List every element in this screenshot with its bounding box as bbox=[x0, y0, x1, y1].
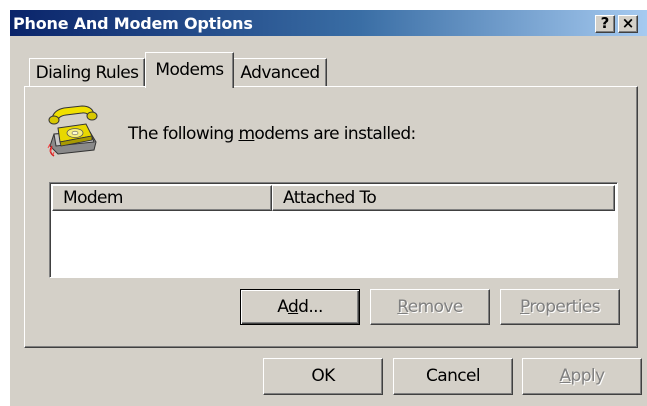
screen-background-left bbox=[0, 0, 10, 406]
help-button[interactable]: ? bbox=[595, 15, 615, 33]
close-icon: × bbox=[621, 14, 635, 32]
button-accelerator: R bbox=[397, 297, 408, 317]
close-button[interactable]: × bbox=[618, 15, 638, 33]
tab-dialing-rules[interactable]: Dialing Rules bbox=[29, 58, 145, 86]
button-accelerator: P bbox=[520, 297, 530, 317]
button-label: A bbox=[277, 297, 288, 317]
tab-label: Dialing Rules bbox=[35, 63, 139, 83]
button-label: roperties bbox=[529, 297, 600, 317]
phone-modem-options-dialog: Phone And Modem Options ? × Dialing Rule… bbox=[0, 0, 647, 406]
installed-modems-label: The following modems are installed: bbox=[128, 124, 416, 144]
telephone-icon bbox=[47, 105, 98, 157]
column-label: Modem bbox=[63, 188, 123, 208]
title-bar[interactable]: Phone And Modem Options ? × bbox=[10, 10, 647, 36]
help-icon: ? bbox=[600, 14, 610, 32]
modem-list[interactable]: Modem Attached To bbox=[49, 182, 618, 278]
apply-button[interactable]: Apply bbox=[522, 358, 642, 395]
button-label: pply bbox=[570, 366, 606, 386]
ok-button[interactable]: OK bbox=[263, 358, 383, 395]
properties-button[interactable]: Properties bbox=[500, 289, 620, 325]
column-label: Attached To bbox=[283, 188, 377, 208]
tab-label: Modems bbox=[155, 60, 224, 80]
tab-modems[interactable]: Modems bbox=[145, 52, 234, 88]
window-title: Phone And Modem Options bbox=[13, 14, 253, 33]
button-accelerator: d bbox=[287, 297, 299, 317]
button-label: OK bbox=[311, 366, 335, 386]
button-accelerator: A bbox=[559, 366, 572, 386]
add-button[interactable]: Add... bbox=[240, 289, 360, 325]
tab-label: Advanced bbox=[240, 63, 320, 83]
remove-button[interactable]: Remove bbox=[370, 289, 490, 325]
button-label: Cancel bbox=[426, 366, 481, 386]
screen-background-top bbox=[0, 0, 647, 10]
cancel-button[interactable]: Cancel bbox=[393, 358, 513, 395]
column-header-modem[interactable]: Modem bbox=[52, 185, 272, 211]
tab-advanced[interactable]: Advanced bbox=[233, 58, 327, 86]
button-label: d... bbox=[298, 297, 323, 317]
button-label: emove bbox=[407, 297, 464, 317]
column-header-attached-to[interactable]: Attached To bbox=[272, 185, 615, 211]
